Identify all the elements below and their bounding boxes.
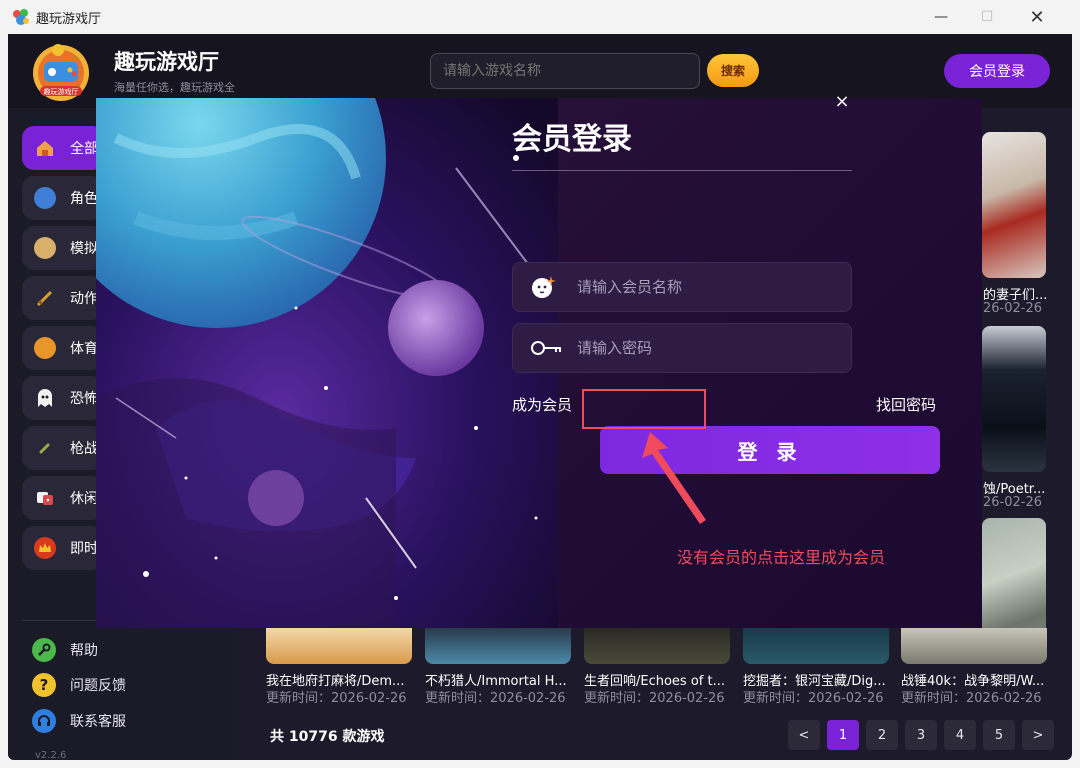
game-card-date: 26-02-26 (983, 495, 1043, 510)
close-window-icon[interactable]: ✕ (1014, 0, 1060, 34)
sidebar-help[interactable]: 帮助 (32, 638, 98, 662)
sidebar-feedback[interactable]: ? 问题反馈 (32, 673, 126, 697)
sword-icon (34, 287, 56, 309)
password-input[interactable] (577, 339, 827, 357)
annotation-text: 没有会员的点击这里成为会员 (677, 548, 886, 567)
game-card-thumbnail[interactable] (982, 132, 1046, 278)
feedback-label: 问题反馈 (70, 678, 126, 694)
pagination-page-1[interactable]: 1 (827, 720, 859, 750)
brand-name: 趣玩游戏厅 (114, 50, 219, 74)
game-card-thumbnail[interactable] (266, 628, 412, 664)
pagination-next[interactable]: > (1022, 720, 1054, 750)
dice-icon (34, 487, 56, 509)
annotation-arrow-icon (642, 432, 706, 524)
app-window: 趣玩游戏厅 趣玩游戏厅 海量任你选，趣玩游戏全 搜索 会员登录 全部 角色 模拟 (8, 34, 1072, 760)
ball-icon (34, 337, 56, 359)
simulation-icon (34, 237, 56, 259)
sidebar-customer-service[interactable]: 联系客服 (32, 709, 126, 733)
sidebar-item-label: 体育 (70, 341, 98, 357)
game-card-date: 更新时间：2026-02-26 (743, 691, 884, 706)
help-label: 帮助 (70, 643, 98, 659)
username-field[interactable] (512, 262, 852, 312)
wrench-icon (32, 638, 56, 662)
sidebar-item-realtime[interactable]: 即时 (22, 526, 104, 570)
pagination-prev[interactable]: < (788, 720, 820, 750)
sidebar-item-shooter[interactable]: 枪战 (22, 426, 104, 470)
game-card-date: 更新时间：2026-02-26 (266, 691, 407, 706)
sidebar-item-label: 恐怖 (70, 391, 98, 407)
pagination-page-5[interactable]: 5 (983, 720, 1015, 750)
sidebar-item-horror[interactable]: 恐怖 (22, 376, 104, 420)
sidebar-item-simulation[interactable]: 模拟 (22, 226, 104, 270)
forgot-password-link[interactable]: 找回密码 (876, 394, 936, 415)
window-titlebar: 趣玩游戏厅 — ☐ ✕ (0, 0, 1080, 34)
sidebar-item-label: 全部 (70, 141, 98, 157)
maximize-icon[interactable]: ☐ (964, 0, 1010, 34)
logo-text: 趣玩游戏厅 (44, 87, 79, 96)
annotation-highlight-box (582, 389, 706, 429)
sidebar-item-casual[interactable]: 休闲 (22, 476, 104, 520)
bullet-icon (34, 437, 56, 459)
pagination-page-4[interactable]: 4 (944, 720, 976, 750)
member-login-button[interactable]: 会员登录 (944, 54, 1050, 88)
sidebar-item-action[interactable]: 动作 (22, 276, 104, 320)
window-title: 趣玩游戏厅 (36, 11, 102, 27)
sidebar-item-rpg[interactable]: 角色 (22, 176, 104, 220)
app-logo-icon (12, 8, 30, 26)
game-card-date: 更新时间：2026-02-26 (584, 691, 725, 706)
game-card-date: 更新时间：2026-02-26 (901, 691, 1042, 706)
brand-slogan: 海量任你选，趣玩游戏全 (114, 81, 235, 94)
question-icon: ? (32, 673, 56, 697)
game-card-thumbnail[interactable] (982, 326, 1046, 472)
search-input[interactable] (430, 53, 700, 89)
password-field[interactable] (512, 323, 852, 373)
minimize-icon[interactable]: — (918, 0, 964, 34)
customer-service-label: 联系客服 (70, 714, 126, 730)
game-card-thumbnail[interactable] (584, 628, 730, 664)
sidebar-item-label: 枪战 (70, 441, 98, 457)
home-icon (34, 137, 56, 159)
sidebar-item-label: 休闲 (70, 491, 98, 507)
header: 趣玩游戏厅 趣玩游戏厅 海量任你选，趣玩游戏全 搜索 会员登录 (8, 34, 1072, 108)
game-card-thumbnail[interactable] (901, 628, 1047, 664)
pagination-page-3[interactable]: 3 (905, 720, 937, 750)
sidebar-item-label: 动作 (70, 291, 98, 307)
sidebar-item-label: 即时 (70, 541, 98, 557)
character-icon (34, 187, 56, 209)
become-member-link[interactable]: 成为会员 (512, 394, 572, 415)
space-illustration (96, 98, 558, 628)
game-card-date: 更新时间：2026-02-26 (425, 691, 566, 706)
total-games-count: 共 10776 款游戏 (270, 729, 385, 745)
key-icon (529, 334, 561, 362)
headset-icon (32, 709, 56, 733)
login-title: 会员登录 (512, 122, 632, 157)
close-icon[interactable]: × (830, 89, 854, 113)
app-version: v2.2.6 (35, 750, 67, 760)
pagination-page-2[interactable]: 2 (866, 720, 898, 750)
game-card-date: 26-02-26 (983, 301, 1043, 316)
game-card-thumbnail[interactable] (743, 628, 889, 664)
sidebar-item-sports[interactable]: 体育 (22, 326, 104, 370)
brand-logo: 趣玩游戏厅 (30, 40, 92, 102)
game-card-thumbnail[interactable] (425, 628, 571, 664)
user-icon (529, 273, 557, 301)
sidebar-item-all[interactable]: 全部 (22, 126, 104, 170)
sidebar-item-label: 角色 (70, 191, 98, 207)
search-button[interactable]: 搜索 (707, 54, 759, 87)
title-divider (512, 170, 852, 171)
ghost-icon (34, 387, 56, 409)
username-input[interactable] (577, 278, 827, 296)
sidebar-item-label: 模拟 (70, 241, 98, 257)
crown-icon (34, 537, 56, 559)
